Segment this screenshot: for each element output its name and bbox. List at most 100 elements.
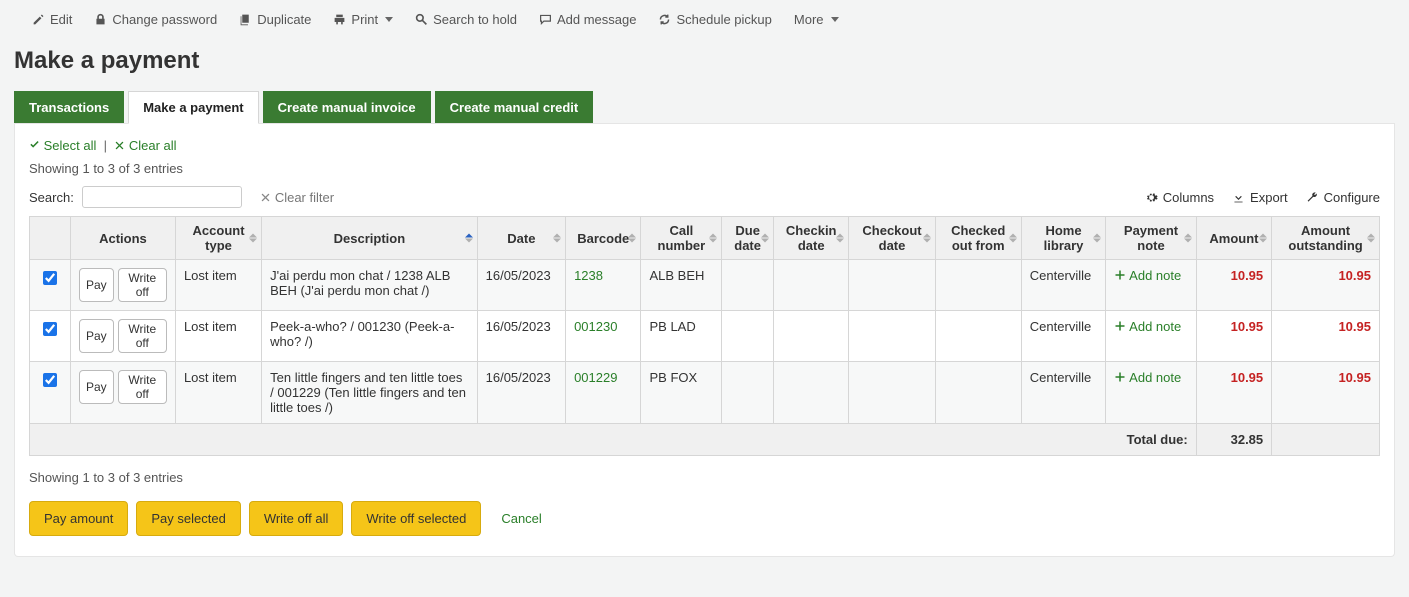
- pay-button[interactable]: Pay: [79, 268, 114, 302]
- write-off-all-button[interactable]: Write off all: [249, 501, 344, 536]
- col-amount[interactable]: Amount: [1196, 217, 1271, 260]
- cell-barcode[interactable]: 001229: [566, 362, 641, 424]
- table-tools: Columns Export Configure: [1145, 190, 1380, 205]
- change-password-button[interactable]: Change password: [94, 12, 217, 27]
- print-label: Print: [351, 12, 378, 27]
- entries-info-top: Showing 1 to 3 of 3 entries: [29, 161, 1380, 176]
- cell-call-number: PB LAD: [641, 311, 722, 362]
- cell-checkout-date: [849, 362, 935, 424]
- gear-icon: [1145, 191, 1158, 204]
- row-checkbox[interactable]: [43, 271, 57, 285]
- add-message-button[interactable]: Add message: [539, 12, 637, 27]
- tab-create-manual-credit[interactable]: Create manual credit: [435, 91, 594, 123]
- cancel-link[interactable]: Cancel: [501, 511, 541, 526]
- row-checkbox-cell: [30, 311, 71, 362]
- write-off-button[interactable]: Write off: [118, 370, 167, 404]
- cell-date: 16/05/2023: [477, 362, 565, 424]
- write-off-button[interactable]: Write off: [118, 268, 167, 302]
- table-row: PayWrite offLost itemPeek-a-who? / 00123…: [30, 311, 1380, 362]
- duplicate-button[interactable]: Duplicate: [239, 12, 311, 27]
- pay-button[interactable]: Pay: [79, 370, 114, 404]
- row-checkbox[interactable]: [43, 322, 57, 336]
- add-note-link[interactable]: Add note: [1114, 370, 1181, 385]
- cell-checkout-date: [849, 311, 935, 362]
- col-checked-out-from[interactable]: Checked out from: [935, 217, 1021, 260]
- pay-selected-button[interactable]: Pay selected: [136, 501, 240, 536]
- col-actions[interactable]: Actions: [70, 217, 175, 260]
- pay-button[interactable]: Pay: [79, 319, 114, 353]
- add-note-link[interactable]: Add note: [1114, 268, 1181, 283]
- payments-table: Actions Account type Description Date Ba…: [29, 216, 1380, 456]
- comment-icon: [539, 13, 552, 26]
- row-actions: PayWrite off: [70, 362, 175, 424]
- cell-checkout-date: [849, 260, 935, 311]
- search-row: Search: Clear filter Columns Export: [29, 186, 1380, 208]
- patron-toolbar: Edit Change password Duplicate Print Sea…: [14, 8, 1395, 39]
- tab-make-payment[interactable]: Make a payment: [128, 91, 258, 124]
- total-due-label: Total due:: [30, 424, 1197, 456]
- col-date[interactable]: Date: [477, 217, 565, 260]
- schedule-pickup-label: Schedule pickup: [676, 12, 771, 27]
- schedule-pickup-button[interactable]: Schedule pickup: [658, 12, 771, 27]
- cell-account-type: Lost item: [175, 311, 261, 362]
- export-button[interactable]: Export: [1232, 190, 1288, 205]
- more-button[interactable]: More: [794, 12, 839, 27]
- cell-date: 16/05/2023: [477, 311, 565, 362]
- row-actions: PayWrite off: [70, 260, 175, 311]
- row-checkbox-cell: [30, 260, 71, 311]
- table-row: PayWrite offLost itemJ'ai perdu mon chat…: [30, 260, 1380, 311]
- total-due-amount: 32.85: [1196, 424, 1271, 456]
- search-to-hold-label: Search to hold: [433, 12, 517, 27]
- footer-actions: Pay amount Pay selected Write off all Wr…: [29, 501, 1380, 536]
- copy-icon: [239, 13, 252, 26]
- row-actions: PayWrite off: [70, 311, 175, 362]
- cell-due-date: [722, 260, 774, 311]
- col-description[interactable]: Description: [262, 217, 477, 260]
- cell-barcode[interactable]: 1238: [566, 260, 641, 311]
- write-off-button[interactable]: Write off: [118, 319, 167, 353]
- download-icon: [1232, 191, 1245, 204]
- edit-label: Edit: [50, 12, 72, 27]
- cell-barcode[interactable]: 001230: [566, 311, 641, 362]
- clear-all-link[interactable]: Clear all: [114, 138, 176, 153]
- page-title: Make a payment: [14, 47, 1395, 75]
- tabs: Transactions Make a payment Create manua…: [14, 91, 1395, 124]
- search-input[interactable]: [82, 186, 242, 208]
- col-due-date[interactable]: Due date: [722, 217, 774, 260]
- search-to-hold-button[interactable]: Search to hold: [415, 12, 517, 27]
- columns-button[interactable]: Columns: [1145, 190, 1214, 205]
- cell-home-library: Centerville: [1021, 260, 1105, 311]
- cell-call-number: PB FOX: [641, 362, 722, 424]
- cell-description: Ten little fingers and ten little toes /…: [262, 362, 477, 424]
- print-button[interactable]: Print: [333, 12, 393, 27]
- clear-filter-label: Clear filter: [275, 190, 334, 205]
- row-checkbox[interactable]: [43, 373, 57, 387]
- cell-amount-outstanding: 10.95: [1272, 260, 1380, 311]
- col-home-library[interactable]: Home library: [1021, 217, 1105, 260]
- col-checkin-date[interactable]: Checkin date: [774, 217, 849, 260]
- clear-filter-link[interactable]: Clear filter: [260, 190, 334, 205]
- cell-amount-outstanding: 10.95: [1272, 362, 1380, 424]
- add-note-link[interactable]: Add note: [1114, 319, 1181, 334]
- cell-checked-out-from: [935, 362, 1021, 424]
- col-barcode[interactable]: Barcode: [566, 217, 641, 260]
- caret-down-icon: [385, 17, 393, 22]
- cell-description: J'ai perdu mon chat / 1238 ALB BEH (J'ai…: [262, 260, 477, 311]
- search-label: Search:: [29, 190, 74, 205]
- col-checkout-date[interactable]: Checkout date: [849, 217, 935, 260]
- write-off-selected-button[interactable]: Write off selected: [351, 501, 481, 536]
- edit-button[interactable]: Edit: [32, 12, 72, 27]
- cell-checkin-date: [774, 260, 849, 311]
- pay-amount-button[interactable]: Pay amount: [29, 501, 128, 536]
- col-amount-outstanding[interactable]: Amount outstanding: [1272, 217, 1380, 260]
- tab-transactions[interactable]: Transactions: [14, 91, 124, 123]
- cell-description: Peek-a-who? / 001230 (Peek-a-who? /): [262, 311, 477, 362]
- col-payment-note[interactable]: Payment note: [1106, 217, 1196, 260]
- print-icon: [333, 13, 346, 26]
- tab-create-manual-invoice[interactable]: Create manual invoice: [263, 91, 431, 123]
- select-all-link[interactable]: Select all: [29, 138, 100, 153]
- configure-button[interactable]: Configure: [1306, 190, 1380, 205]
- col-account-type[interactable]: Account type: [175, 217, 261, 260]
- separator: |: [100, 138, 114, 153]
- col-call-number[interactable]: Call number: [641, 217, 722, 260]
